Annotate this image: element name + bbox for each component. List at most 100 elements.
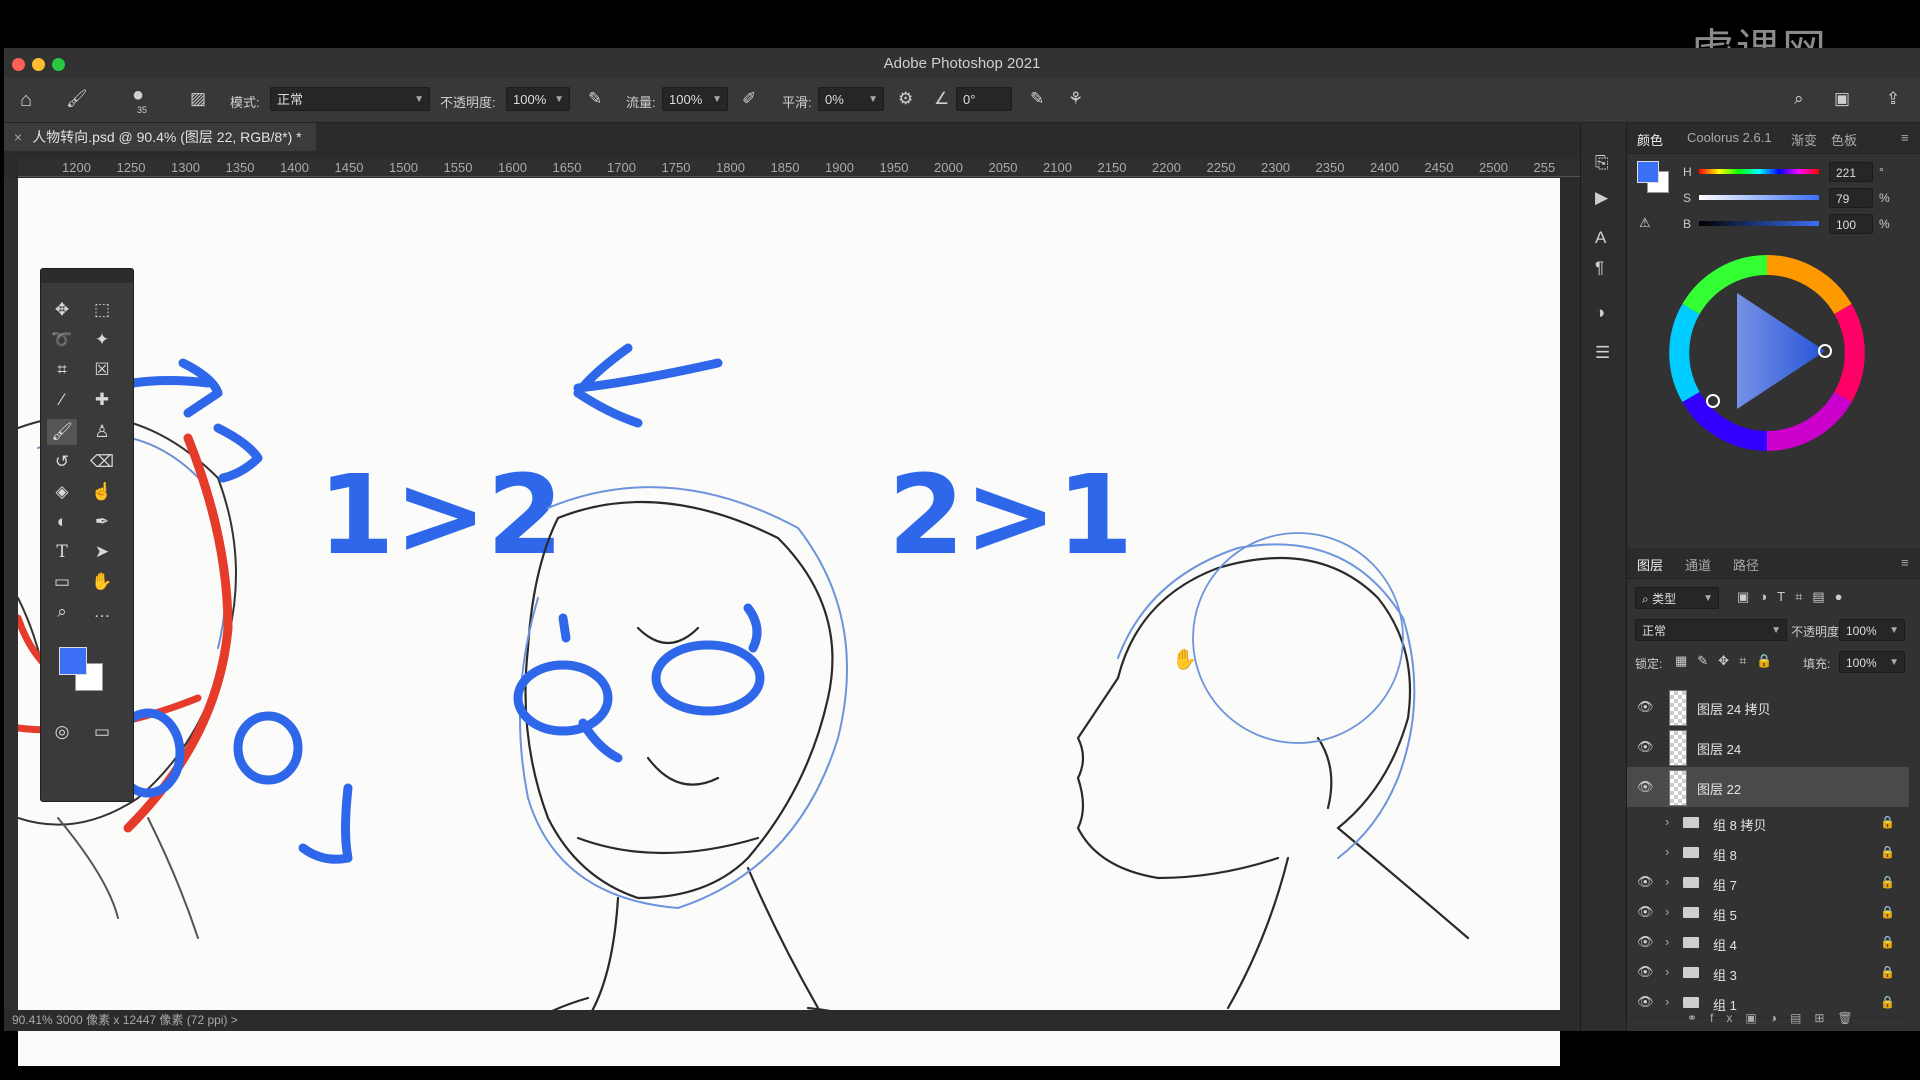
tab-paths[interactable]: 路径 bbox=[1733, 555, 1759, 574]
layer-row[interactable]: 👁 图层 24 bbox=[1627, 727, 1909, 768]
chevron-right-icon[interactable]: › bbox=[1665, 844, 1669, 859]
dodge-tool-icon[interactable]: ◐ bbox=[47, 509, 77, 535]
history-brush-tool-icon[interactable]: ↺ bbox=[47, 449, 77, 475]
visibility-eye-icon[interactable]: 👁 bbox=[1637, 699, 1654, 715]
paint-bucket-tool-icon[interactable]: ◈ bbox=[47, 479, 77, 505]
document-tab[interactable]: × 人物转向.psd @ 90.4% (图层 22, RGB/8*) * bbox=[4, 123, 316, 151]
opacity-field[interactable]: 100% ▼ bbox=[506, 87, 570, 111]
pressure-opacity-icon[interactable]: ✎ bbox=[588, 89, 602, 109]
tab-gradient[interactable]: 渐变 bbox=[1791, 130, 1817, 149]
paragraph-panel-icon[interactable]: ¶ bbox=[1595, 258, 1604, 278]
brightness-field[interactable]: 100 bbox=[1829, 214, 1873, 234]
flow-field[interactable]: 100% ▼ bbox=[662, 87, 728, 111]
saturation-field[interactable]: 79 bbox=[1829, 188, 1873, 208]
layer-group-row[interactable]: 👁 › 🔒 组 4 bbox=[1627, 927, 1909, 958]
tab-coolorus[interactable]: Coolorus 2.6.1 bbox=[1687, 130, 1772, 145]
frame-tool-icon[interactable]: ☒ bbox=[87, 357, 117, 383]
color-panel-foreground[interactable] bbox=[1637, 161, 1659, 183]
chevron-right-icon[interactable]: › bbox=[1665, 964, 1669, 979]
crop-tool-icon[interactable]: ⌗ bbox=[47, 357, 77, 383]
chevron-right-icon[interactable]: › bbox=[1665, 994, 1669, 1009]
layer-filter-icons[interactable]: ▣◑T⌗▤● bbox=[1737, 589, 1853, 605]
tab-channels[interactable]: 通道 bbox=[1685, 555, 1711, 574]
chevron-right-icon[interactable]: › bbox=[1665, 934, 1669, 949]
layers-footer-icons[interactable]: ⚭fx▣◑▤⊞🗑 bbox=[1687, 1011, 1907, 1025]
path-selection-tool-icon[interactable]: ➤ bbox=[87, 539, 117, 565]
visibility-eye-icon[interactable]: 👁 bbox=[1637, 779, 1654, 795]
tab-layers[interactable]: 图层 bbox=[1637, 555, 1663, 574]
mode-select[interactable]: 正常 ▼ bbox=[270, 87, 430, 111]
more-tools-icon[interactable]: … bbox=[87, 599, 117, 625]
visibility-eye-icon[interactable]: 👁 bbox=[1637, 994, 1654, 1010]
saturation-slider[interactable] bbox=[1699, 195, 1819, 200]
type-tool-icon[interactable]: T bbox=[47, 539, 77, 565]
eyedropper-tool-icon[interactable]: ⁄ bbox=[47, 387, 77, 413]
visibility-eye-icon[interactable]: 👁 bbox=[1637, 874, 1654, 890]
actions-panel-icon[interactable]: ▶ bbox=[1595, 188, 1608, 208]
foreground-color-swatch[interactable] bbox=[59, 647, 87, 675]
magic-wand-tool-icon[interactable]: ✦ bbox=[87, 327, 117, 353]
layer-row[interactable]: 👁 图层 22 bbox=[1627, 767, 1909, 808]
stamp-tool-icon[interactable]: ♙ bbox=[87, 419, 117, 445]
tab-swatches[interactable]: 色板 bbox=[1831, 130, 1857, 149]
pen-tool-icon[interactable]: ✒ bbox=[87, 509, 117, 535]
angle-field[interactable]: 0° bbox=[956, 87, 1012, 111]
history-panel-icon[interactable]: ⎘ bbox=[1595, 153, 1609, 173]
move-tool-icon[interactable]: ✥ bbox=[47, 297, 77, 323]
visibility-eye-icon[interactable]: 👁 bbox=[1637, 904, 1654, 920]
hue-slider[interactable] bbox=[1699, 169, 1819, 174]
layer-group-row[interactable]: 👁 › 🔒 组 7 bbox=[1627, 867, 1909, 898]
layer-row[interactable]: 👁 图层 24 拷贝 bbox=[1627, 687, 1909, 728]
visibility-eye-icon[interactable]: 👁 bbox=[1637, 934, 1654, 950]
eraser-tool-icon[interactable]: ⌫ bbox=[87, 449, 117, 475]
brush-tip-icon[interactable]: ● bbox=[132, 84, 144, 107]
healing-brush-tool-icon[interactable]: ✚ bbox=[87, 387, 117, 413]
rectangle-tool-icon[interactable]: ▭ bbox=[47, 569, 77, 595]
brush-tool-icon[interactable]: 🖌 bbox=[47, 419, 77, 445]
pressure-size-icon[interactable]: ✎ bbox=[1030, 89, 1044, 109]
lasso-tool-icon[interactable]: ➰ bbox=[47, 327, 77, 353]
quick-mask-icon[interactable]: ◎ bbox=[47, 719, 77, 745]
character-panel-icon[interactable]: A bbox=[1595, 228, 1606, 248]
workspace-icon[interactable]: ▣ bbox=[1834, 89, 1850, 109]
home-icon[interactable]: ⌂ bbox=[20, 89, 32, 112]
lock-options-icons[interactable]: ▦✎✥⌗🔒 bbox=[1675, 653, 1783, 669]
brush-preset-icon[interactable]: 🖌 bbox=[66, 89, 88, 109]
brightness-slider[interactable] bbox=[1699, 221, 1819, 226]
adjustments-panel-icon[interactable]: ◑ bbox=[1595, 303, 1605, 323]
layer-group-row[interactable]: 👁 › 🔒 组 5 bbox=[1627, 897, 1909, 928]
document-canvas[interactable]: 1>2 2>1 ✋ bbox=[18, 178, 1560, 1066]
toolbox-header[interactable] bbox=[41, 269, 133, 283]
properties-panel-icon[interactable]: ☰ bbox=[1595, 343, 1610, 363]
layer-group-row[interactable]: › 🔒 组 8 bbox=[1627, 837, 1909, 868]
panel-menu-icon[interactable]: ≡ bbox=[1901, 130, 1909, 145]
layer-group-row[interactable]: 👁 › 🔒 组 3 bbox=[1627, 957, 1909, 988]
chevron-right-icon[interactable]: › bbox=[1665, 904, 1669, 919]
gamut-warning-icon[interactable]: ⚠ bbox=[1639, 215, 1651, 231]
smudge-tool-icon[interactable]: ☝ bbox=[87, 479, 117, 505]
gear-icon[interactable]: ⚙ bbox=[898, 89, 913, 109]
share-icon[interactable]: ⇪ bbox=[1886, 89, 1900, 109]
chevron-right-icon[interactable]: › bbox=[1665, 874, 1669, 889]
layer-blend-mode-select[interactable]: 正常 ▼ bbox=[1635, 619, 1787, 641]
close-tab-icon[interactable]: × bbox=[14, 129, 22, 145]
color-wheel[interactable] bbox=[1667, 253, 1867, 453]
visibility-eye-icon[interactable]: 👁 bbox=[1637, 964, 1654, 980]
layer-filter-select[interactable]: ⌕ 类型 ▼ bbox=[1635, 587, 1719, 609]
hue-field[interactable]: 221 bbox=[1829, 162, 1873, 182]
visibility-eye-icon[interactable]: 👁 bbox=[1637, 739, 1654, 755]
screen-mode-icon[interactable]: ▭ bbox=[87, 719, 117, 745]
search-icon[interactable]: ⌕ bbox=[1794, 89, 1804, 109]
brush-settings-icon[interactable]: ▨ bbox=[190, 89, 206, 109]
symmetry-icon[interactable]: ⚘ bbox=[1068, 89, 1083, 109]
zoom-tool-icon[interactable]: ⌕ bbox=[47, 599, 77, 625]
tab-color[interactable]: 颜色 bbox=[1637, 130, 1663, 149]
chevron-right-icon[interactable]: › bbox=[1665, 814, 1669, 829]
smoothing-field[interactable]: 0% ▼ bbox=[818, 87, 884, 111]
layer-group-row[interactable]: › 🔒 组 8 拷贝 bbox=[1627, 807, 1909, 838]
marquee-tool-icon[interactable]: ⬚ bbox=[87, 297, 117, 323]
panel-menu-icon[interactable]: ≡ bbox=[1901, 555, 1909, 570]
airbrush-icon[interactable]: ✐ bbox=[742, 89, 756, 109]
hand-tool-icon[interactable]: ✋ bbox=[87, 569, 117, 595]
fill-field[interactable]: 100% ▼ bbox=[1839, 651, 1905, 673]
